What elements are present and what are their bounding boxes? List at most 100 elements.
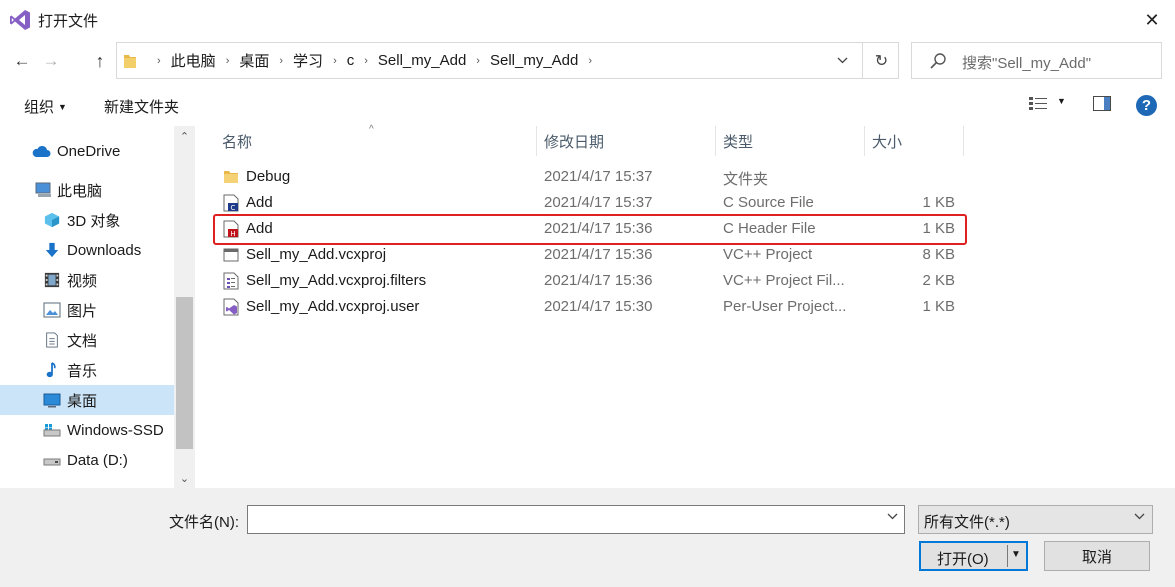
highlight-annotation-box bbox=[213, 214, 967, 245]
sidebar-item-label: Windows-SSD bbox=[67, 421, 164, 439]
close-button[interactable]: ✕ bbox=[1129, 0, 1175, 40]
file-row-vcxproj-user[interactable]: Sell_my_Add.vcxproj.user 2021/4/17 15:30… bbox=[214, 294, 964, 320]
sidebar-item-label: 此电脑 bbox=[57, 182, 103, 200]
chevron-right-icon[interactable]: › bbox=[226, 55, 230, 67]
chevron-down-icon[interactable] bbox=[887, 513, 898, 520]
scroll-down-icon[interactable]: ⌄ bbox=[174, 468, 195, 488]
breadcrumb-item[interactable]: Sell_my_Add bbox=[378, 52, 466, 69]
file-date: 2021/4/17 15:36 bbox=[544, 246, 653, 263]
breadcrumb-item[interactable]: Sell_my_Add bbox=[490, 52, 578, 69]
view-options-icon[interactable] bbox=[1028, 96, 1048, 112]
file-size: 8 KB bbox=[922, 246, 955, 263]
sidebar-item-desktop[interactable]: 桌面 bbox=[0, 385, 174, 415]
file-date: 2021/4/17 15:37 bbox=[544, 194, 653, 211]
file-type: C Source File bbox=[723, 194, 814, 211]
address-bar[interactable]: › 此电脑 › 桌面 › 学习 › c › Sell_my_Add › Sell… bbox=[116, 42, 899, 79]
chevron-right-icon: › bbox=[157, 54, 161, 67]
file-name: Sell_my_Add.vcxproj bbox=[246, 246, 387, 263]
sidebar-item-label: Data (D:) bbox=[67, 451, 128, 469]
cloud-icon bbox=[32, 145, 51, 157]
chevron-right-icon[interactable]: › bbox=[279, 55, 283, 67]
forward-button[interactable]: → bbox=[40, 50, 62, 72]
sidebar-item-label: Downloads bbox=[67, 241, 142, 259]
file-row-vcxproj[interactable]: Sell_my_Add.vcxproj 2021/4/17 15:36 VC++… bbox=[214, 242, 964, 268]
cancel-button[interactable]: 取消 bbox=[1044, 541, 1150, 571]
breadcrumb: › 此电脑 › 桌面 › 学习 › c › Sell_my_Add › Sell… bbox=[147, 43, 602, 78]
filename-label: 文件名(N): bbox=[169, 514, 239, 531]
file-size: 2 KB bbox=[922, 272, 955, 289]
file-type: VC++ Project Fil... bbox=[723, 272, 845, 289]
column-divider[interactable] bbox=[963, 126, 964, 156]
breadcrumb-item[interactable]: 桌面 bbox=[239, 50, 269, 71]
help-button[interactable]: ? bbox=[1136, 95, 1157, 116]
file-date: 2021/4/17 15:36 bbox=[544, 272, 653, 289]
c-source-icon: C bbox=[223, 194, 239, 212]
sidebar-item-windows-ssd[interactable]: Windows-SSD bbox=[0, 415, 174, 445]
file-type-filter-select[interactable]: 所有文件(*.*) bbox=[918, 505, 1153, 534]
file-date: 2021/4/17 15:37 bbox=[544, 168, 653, 185]
column-header-date[interactable]: 修改日期 bbox=[536, 126, 715, 156]
sidebar-item-onedrive[interactable]: OneDrive bbox=[0, 136, 174, 166]
breadcrumb-item[interactable]: 学习 bbox=[293, 50, 323, 71]
search-input[interactable]: 搜索"Sell_my_Add" bbox=[911, 42, 1162, 79]
dialog-footer: 文件名(N): 所有文件(*.*) 打开(O) ▼ 取消 bbox=[0, 488, 1175, 587]
visual-studio-logo-icon bbox=[10, 10, 30, 30]
breadcrumb-item[interactable]: 此电脑 bbox=[171, 50, 216, 71]
sidebar-item-3d-objects[interactable]: 3D 对象 bbox=[0, 205, 174, 235]
file-size: 1 KB bbox=[922, 298, 955, 315]
sidebar-item-music[interactable]: 音乐 bbox=[0, 355, 174, 385]
file-type: 文件夹 bbox=[723, 171, 769, 188]
sidebar-item-label: 3D 对象 bbox=[67, 212, 121, 230]
sidebar-item-data-d[interactable]: Data (D:) bbox=[0, 445, 174, 475]
file-row-debug[interactable]: Debug 2021/4/17 15:37 文件夹 bbox=[214, 164, 964, 190]
file-row-vcxproj-filters[interactable]: Sell_my_Add.vcxproj.filters 2021/4/17 15… bbox=[214, 268, 964, 294]
file-list: ^ 名称 修改日期 类型 大小 Debug 2021/4/17 15:37 文件… bbox=[214, 124, 1175, 488]
sidebar-item-label: 视频 bbox=[67, 272, 98, 290]
chevron-right-icon[interactable]: › bbox=[333, 55, 337, 67]
filename-input[interactable] bbox=[247, 505, 905, 534]
sidebar-item-label: OneDrive bbox=[57, 142, 121, 160]
cube-icon bbox=[44, 212, 60, 228]
sidebar-scrollbar[interactable]: ⌃ ⌄ bbox=[174, 126, 195, 488]
new-folder-button[interactable]: 新建文件夹 bbox=[104, 96, 179, 117]
file-date: 2021/4/17 15:30 bbox=[544, 298, 653, 315]
up-button[interactable]: ↑ bbox=[89, 50, 111, 72]
document-icon bbox=[46, 332, 58, 348]
breadcrumb-item[interactable]: c bbox=[347, 52, 355, 69]
column-header-type[interactable]: 类型 bbox=[715, 126, 864, 156]
chevron-right-icon[interactable]: › bbox=[364, 55, 368, 67]
sidebar-item-pictures[interactable]: 图片 bbox=[0, 295, 174, 325]
scrollbar-thumb[interactable] bbox=[176, 297, 193, 449]
split-dropdown-icon[interactable]: ▼ bbox=[1011, 549, 1021, 560]
file-row-add-c[interactable]: C Add 2021/4/17 15:37 C Source File 1 KB bbox=[214, 190, 964, 216]
search-icon bbox=[930, 53, 946, 69]
caret-down-icon: ▼ bbox=[58, 102, 67, 112]
navigation-bar: ← → ↑ › 此电脑 › 桌面 › 学习 › c › Sell_my_Add … bbox=[0, 40, 1175, 84]
computer-icon bbox=[35, 182, 51, 197]
chevron-right-icon[interactable]: › bbox=[476, 55, 480, 67]
preview-pane-icon[interactable] bbox=[1093, 96, 1111, 111]
sidebar-item-videos[interactable]: 视频 bbox=[0, 265, 174, 295]
column-header-size[interactable]: 大小 bbox=[864, 126, 963, 156]
refresh-button[interactable]: ↻ bbox=[865, 43, 898, 78]
address-history-dropdown[interactable] bbox=[830, 43, 854, 78]
sidebar-item-label: 图片 bbox=[67, 302, 98, 320]
sidebar-item-downloads[interactable]: Downloads bbox=[0, 235, 174, 265]
command-toolbar: 组织 ▼ 新建文件夹 bbox=[0, 84, 1175, 126]
open-button[interactable]: 打开(O) ▼ bbox=[919, 541, 1028, 571]
file-type: Per-User Project... bbox=[723, 298, 847, 315]
view-dropdown-caret-icon[interactable]: ▼ bbox=[1057, 96, 1066, 106]
picture-icon bbox=[43, 302, 61, 318]
sidebar-item-this-pc[interactable]: 此电脑 bbox=[0, 175, 174, 205]
column-header-name[interactable]: 名称 bbox=[214, 126, 536, 156]
file-name: Debug bbox=[246, 168, 291, 185]
sidebar-item-documents[interactable]: 文档 bbox=[0, 325, 174, 355]
back-button[interactable]: ← bbox=[11, 50, 33, 72]
music-icon bbox=[46, 362, 56, 378]
folder-icon bbox=[224, 171, 238, 183]
scroll-up-icon[interactable]: ⌃ bbox=[174, 126, 195, 146]
search-placeholder: 搜索"Sell_my_Add" bbox=[962, 55, 1092, 72]
video-icon bbox=[44, 272, 60, 288]
organize-menu[interactable]: 组织 ▼ bbox=[24, 96, 67, 117]
chevron-right-icon[interactable]: › bbox=[588, 55, 592, 67]
